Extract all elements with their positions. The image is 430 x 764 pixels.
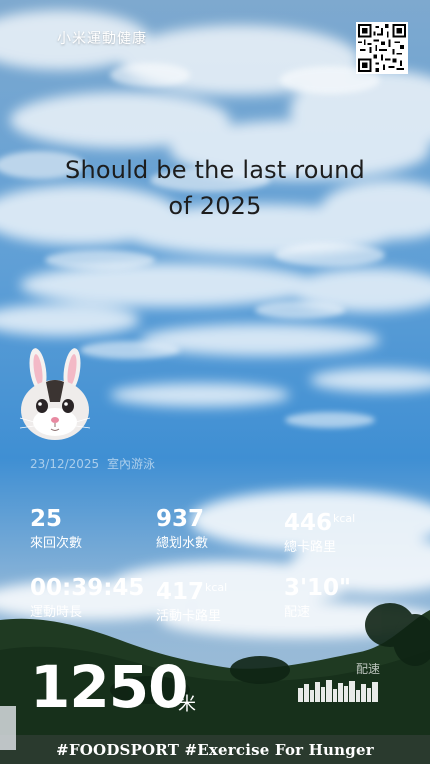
- stat-label: 配速: [284, 605, 311, 620]
- caption-line-1: Should be the last round: [65, 156, 365, 184]
- stat-value: 25: [30, 506, 63, 532]
- pace-chart-label: 配速: [355, 662, 380, 676]
- stat-total-calories: 446kcal 總卡路里: [284, 506, 355, 557]
- stat-value: 00:39:45: [30, 575, 145, 601]
- stat-label: 總划水數: [156, 536, 209, 551]
- stat-pace: 3'10" 配速: [284, 575, 351, 622]
- workout-type: 室內游泳: [107, 457, 156, 471]
- stat-label: 來回次數: [30, 536, 83, 551]
- app-brand-label: 小米運動健康: [57, 31, 147, 47]
- stat-value: 446kcal: [284, 510, 356, 536]
- workout-date: 23/12/2025: [30, 457, 100, 471]
- distance-unit: 米: [178, 694, 196, 715]
- caption-line-2: of 2025: [168, 192, 262, 220]
- stat-duration: 00:39:45 運動時長: [30, 575, 144, 622]
- stat-strokes: 937 總划水數: [156, 506, 208, 553]
- stat-label: 活動卡路里: [156, 609, 222, 624]
- stat-unit: kcal: [333, 512, 356, 525]
- stat-unit: kcal: [205, 581, 228, 594]
- stat-value: 3'10": [284, 575, 352, 601]
- workout-date-line: 23/12/2025 室內游泳: [30, 455, 155, 472]
- stat-laps: 25 來回次數: [30, 506, 82, 553]
- stat-value: 937: [156, 506, 205, 532]
- pace-sparkline-icon: [298, 680, 378, 702]
- stat-label: 運動時長: [30, 605, 83, 620]
- stat-value: 417kcal: [156, 579, 228, 605]
- stat-active-calories: 417kcal 活動卡路里: [156, 575, 227, 626]
- post-caption: Should be the last round of 2025: [25, 152, 405, 224]
- distance-value: 1250: [30, 653, 188, 721]
- pace-chart: 配速: [296, 660, 386, 702]
- qr-code-icon[interactable]: [356, 22, 408, 74]
- bunny-emoji-icon: [12, 344, 98, 448]
- footer-hashtags: #FOODSPORT #Exercise For Hunger: [56, 741, 374, 759]
- stat-label: 總卡路里: [284, 540, 337, 555]
